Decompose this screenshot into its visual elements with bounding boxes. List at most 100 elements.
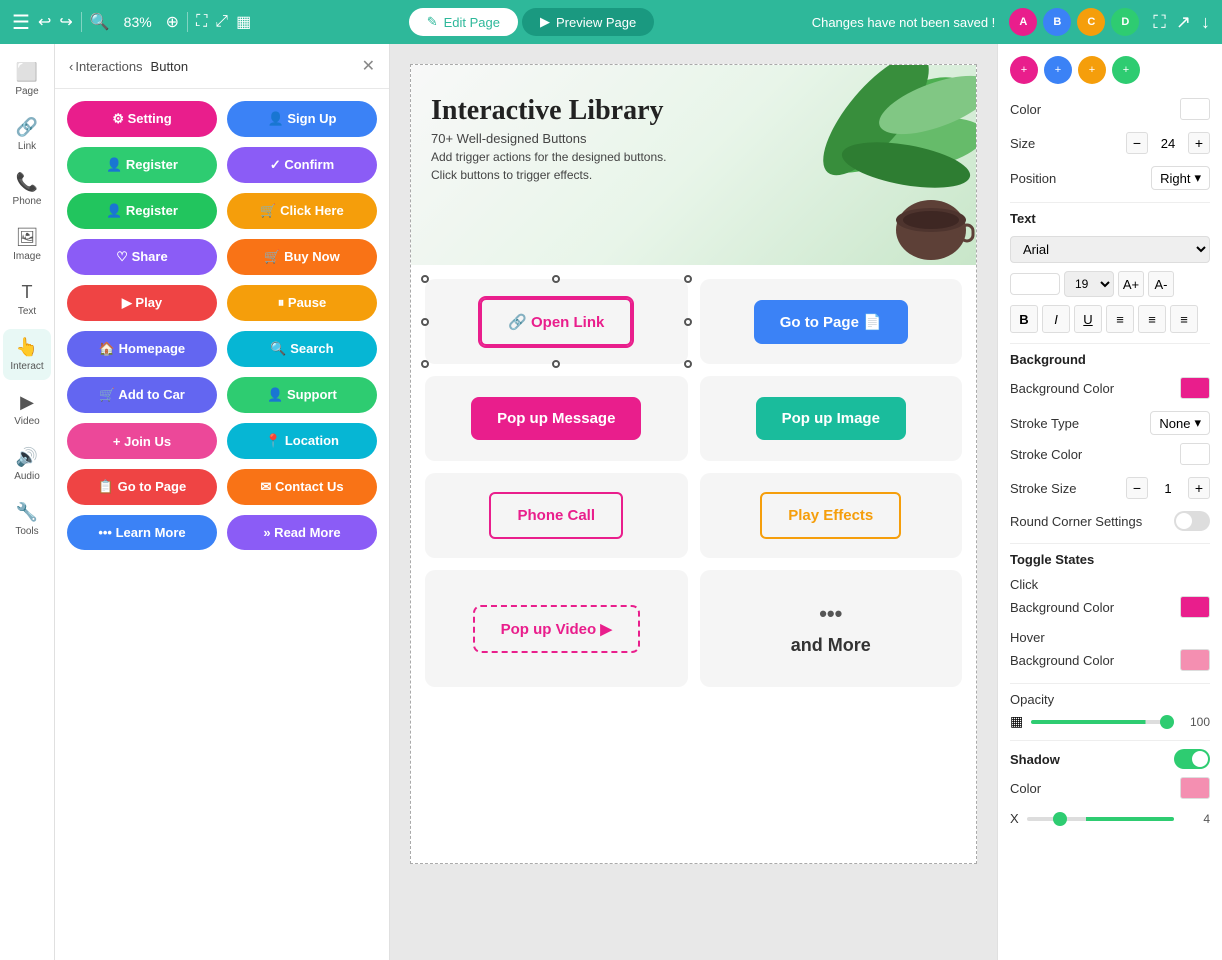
font-increase-button[interactable]: A+	[1118, 271, 1144, 297]
stroke-type-select[interactable]: None ▾	[1150, 411, 1210, 435]
font-size-select[interactable]: 19	[1064, 271, 1114, 297]
goto-page-button[interactable]: Go to Page 📄	[754, 300, 908, 344]
download-icon[interactable]: ↓	[1201, 12, 1210, 33]
panel-btn-signup[interactable]: 👤 Sign Up	[227, 101, 377, 137]
handle-tl[interactable]	[421, 275, 429, 283]
sidebar-item-page[interactable]: ⬜ Page	[3, 54, 51, 105]
panel-btn-confirm[interactable]: ✓ Confirm	[227, 147, 377, 183]
round-corner-toggle[interactable]	[1174, 511, 1210, 531]
shadow-label: Shadow	[1010, 752, 1060, 767]
x-slider[interactable]	[1027, 817, 1174, 821]
panel-btn-gotopage[interactable]: 📋 Go to Page	[67, 469, 217, 505]
panel-btn-clickhere[interactable]: 🛒 Click Here	[227, 193, 377, 229]
rp-avatar-3: +	[1078, 56, 1106, 84]
popup-message-button[interactable]: Pop up Message	[471, 397, 641, 440]
panel-btn-homepage[interactable]: 🏠 Homepage	[67, 331, 217, 367]
shadow-toggle[interactable]	[1174, 749, 1210, 769]
size-decrease-button[interactable]: −	[1126, 132, 1148, 154]
align-left-button[interactable]: ≡	[1106, 305, 1134, 333]
handle-mr[interactable]	[684, 318, 692, 326]
stroke-decrease-button[interactable]: −	[1126, 477, 1148, 499]
sidebar-item-phone[interactable]: 📞 Phone	[3, 164, 51, 215]
size-increase-button[interactable]: +	[1188, 132, 1210, 154]
stroke-color-picker[interactable]	[1180, 443, 1210, 465]
italic-button[interactable]: I	[1042, 305, 1070, 333]
menu-icon[interactable]: ☰	[12, 10, 30, 35]
expand-icon[interactable]: ⤢	[215, 13, 228, 31]
back-button[interactable]: ‹ Interactions	[69, 59, 143, 74]
handle-br[interactable]	[684, 360, 692, 368]
popup-video-button[interactable]: Pop up Video ▶	[473, 605, 640, 653]
preview-page-button[interactable]: ▶ Preview Page	[522, 8, 654, 36]
sidebar-item-interact[interactable]: 👆 Interact	[3, 329, 51, 380]
sidebar-item-image[interactable]: 🖼 Image	[3, 219, 51, 270]
avatar-4: D	[1111, 8, 1139, 36]
font-color-input[interactable]	[1010, 273, 1060, 295]
panel-btn-play[interactable]: ▶ Play	[67, 285, 217, 321]
underline-button[interactable]: U	[1074, 305, 1102, 333]
close-button[interactable]: ✕	[362, 56, 375, 76]
undo-icon[interactable]: ↩	[38, 12, 51, 32]
edit-page-button[interactable]: ✎ Edit Page	[409, 8, 518, 36]
fit-icon[interactable]: ⛶	[196, 13, 207, 31]
sidebar-item-text[interactable]: T Text	[3, 274, 51, 325]
stroke-increase-button[interactable]: +	[1188, 477, 1210, 499]
panel-btn-addtocar[interactable]: 🛒 Add to Car	[67, 377, 217, 413]
play-effects-button[interactable]: Play Effects	[760, 492, 901, 539]
handle-bm[interactable]	[552, 360, 560, 368]
font-select[interactable]: Arial	[1010, 236, 1210, 263]
zoom-out-icon[interactable]: 🔍	[90, 12, 110, 32]
panel-btn-register2[interactable]: 👤 Register	[67, 193, 217, 229]
panel-btn-contactus[interactable]: ✉ Contact Us	[227, 469, 377, 505]
font-decrease-button[interactable]: A-	[1148, 271, 1174, 297]
handle-tr[interactable]	[684, 275, 692, 283]
text-section-title: Text	[1010, 211, 1210, 226]
click-bg-picker[interactable]	[1180, 596, 1210, 618]
panel-btn-pause[interactable]: ⏸ Pause	[227, 285, 377, 321]
handle-ml[interactable]	[421, 318, 429, 326]
stroke-size-label: Stroke Size	[1010, 481, 1076, 496]
layout-icon[interactable]: ▦	[236, 12, 251, 32]
topbar-left: ☰ ↩ ↪ 🔍 83% ⊕ ⛶ ⤢ ▦	[12, 10, 251, 35]
avatar-1: A	[1009, 8, 1037, 36]
share-icon[interactable]: ↗	[1176, 12, 1191, 33]
redo-icon[interactable]: ↪	[59, 12, 72, 32]
panel-btn-support[interactable]: 👤 Support	[227, 377, 377, 413]
shadow-color-row: Color	[1010, 777, 1210, 799]
sidebar-item-video[interactable]: ▶ Video	[3, 384, 51, 435]
panel-btn-buynow[interactable]: 🛒 Buy Now	[227, 239, 377, 275]
color-label: Color	[1010, 102, 1041, 117]
panel-btn-location[interactable]: 📍 Location	[227, 423, 377, 459]
position-select[interactable]: Right ▾	[1151, 166, 1210, 190]
popup-image-button[interactable]: Pop up Image	[756, 397, 906, 440]
panel-btn-joinus[interactable]: + Join Us	[67, 423, 217, 459]
sidebar-item-link[interactable]: 🔗 Link	[3, 109, 51, 160]
panel-btn-register1[interactable]: 👤 Register	[67, 147, 217, 183]
sidebar-item-audio[interactable]: 🔊 Audio	[3, 439, 51, 490]
color-picker[interactable]	[1180, 98, 1210, 120]
panel-btn-learnmore[interactable]: ••• Learn More	[67, 515, 217, 550]
panel-btn-readmore[interactable]: » Read More	[227, 515, 377, 550]
align-center-button[interactable]: ≡	[1138, 305, 1166, 333]
handle-tm[interactable]	[552, 275, 560, 283]
panel-btn-search[interactable]: 🔍 Search	[227, 331, 377, 367]
align-right-button[interactable]: ≡	[1170, 305, 1198, 333]
sidebar-item-tools[interactable]: 🔧 Tools	[3, 494, 51, 545]
unsaved-notice: Changes have not been saved !	[812, 15, 996, 30]
open-link-button[interactable]: 🔗 Open Link	[480, 298, 632, 346]
topbar-center: ✎ Edit Page ▶ Preview Page	[261, 8, 801, 36]
fullscreen-icon[interactable]: ⛶	[1153, 12, 1166, 33]
phone-call-button[interactable]: Phone Call	[489, 492, 623, 539]
opacity-slider[interactable]	[1031, 720, 1174, 724]
position-row: Position Right ▾	[1010, 166, 1210, 190]
size-row: Size − 24 +	[1010, 132, 1210, 154]
bg-color-picker[interactable]	[1180, 377, 1210, 399]
hover-bg-picker[interactable]	[1180, 649, 1210, 671]
shadow-color-picker[interactable]	[1180, 777, 1210, 799]
panel-btn-share[interactable]: ♡ Share	[67, 239, 217, 275]
handle-bl[interactable]	[421, 360, 429, 368]
zoom-in-icon[interactable]: ⊕	[166, 12, 179, 32]
panel-btn-setting[interactable]: ⚙ Setting	[67, 101, 217, 137]
opacity-value: 100	[1182, 715, 1210, 729]
bold-button[interactable]: B	[1010, 305, 1038, 333]
